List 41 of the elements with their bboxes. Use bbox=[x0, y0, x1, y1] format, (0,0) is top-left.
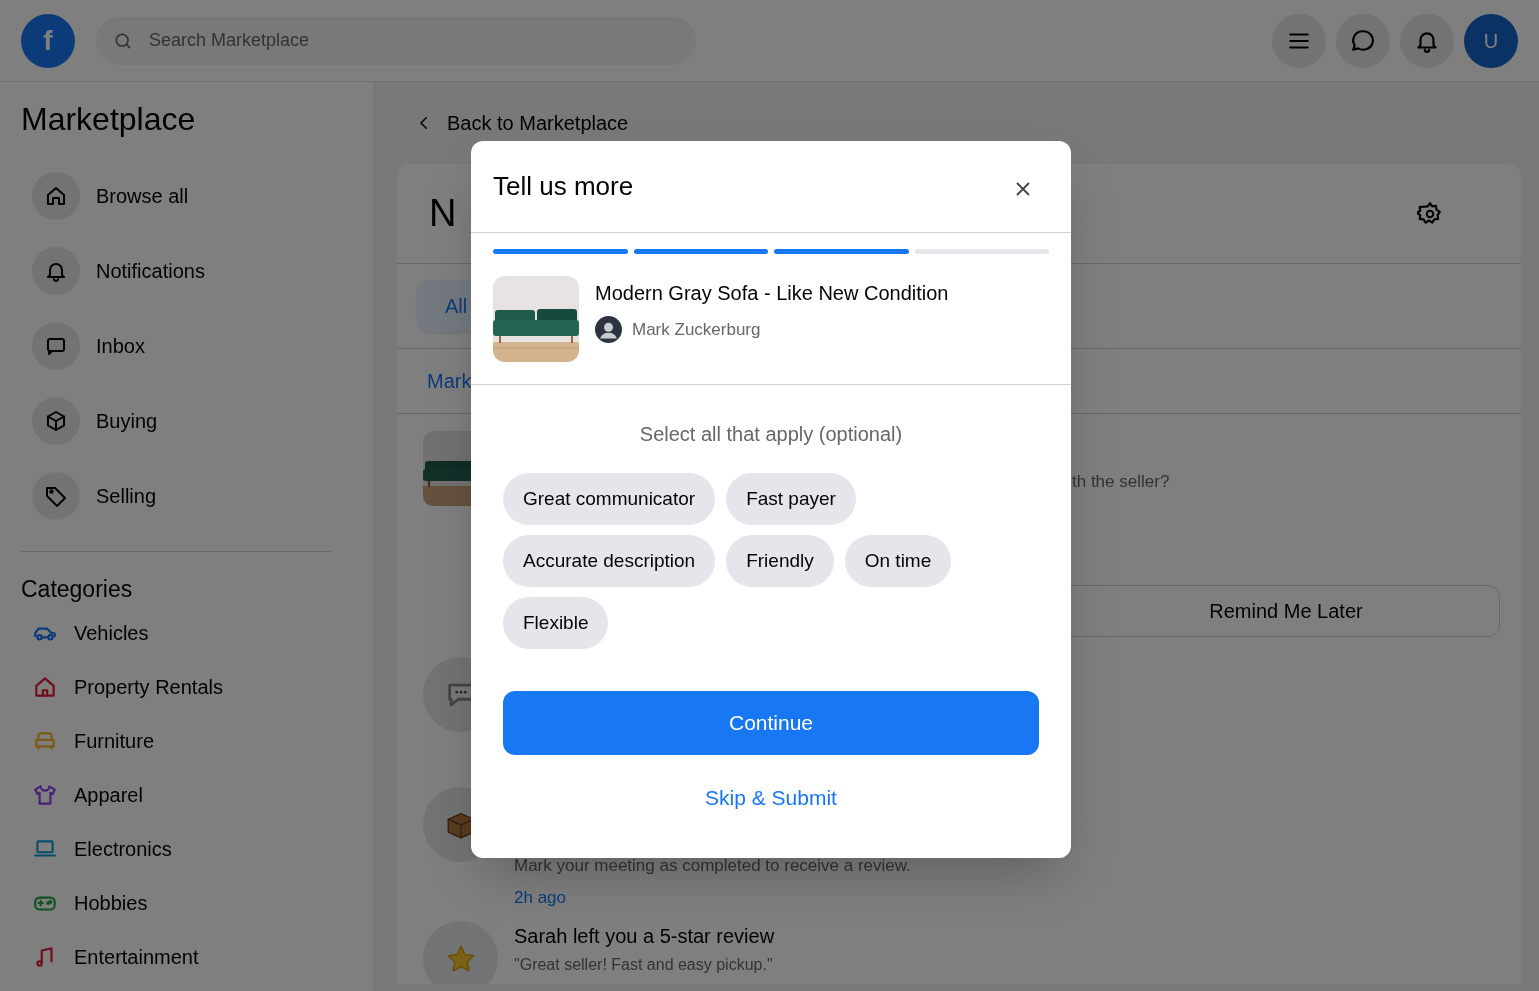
category-item[interactable]: Furniture bbox=[21, 714, 155, 768]
sidebar-item[interactable]: Selling bbox=[21, 458, 157, 533]
tab-label[interactable]: Mark bbox=[427, 366, 472, 396]
category-item[interactable]: Electronics bbox=[21, 822, 172, 876]
notification-text: th the seller? bbox=[1072, 471, 1171, 493]
review-quote: "Great seller! Fast and easy pickup." bbox=[514, 955, 774, 975]
option-chip[interactable]: Accurate description bbox=[503, 535, 716, 587]
option-chip[interactable]: On time bbox=[844, 535, 952, 587]
settings-icon bbox=[1417, 200, 1443, 227]
category-item[interactable]: Property Rentals bbox=[21, 660, 223, 714]
category-item[interactable]: Apparel bbox=[21, 768, 143, 822]
instruction-text: Select all that apply (optional) bbox=[639, 422, 903, 447]
profile-avatar[interactable]: U bbox=[1464, 13, 1518, 68]
sidebar-item[interactable]: Browse all bbox=[21, 158, 189, 233]
back-link[interactable]: Back to Marketplace bbox=[397, 82, 629, 164]
section-heading: Categories bbox=[21, 575, 134, 604]
seller-avatar bbox=[595, 316, 622, 343]
dialog-title: Tell us more bbox=[493, 170, 634, 203]
option-chip[interactable]: Friendly bbox=[726, 535, 834, 587]
logo[interactable]: f bbox=[21, 13, 75, 68]
category-item[interactable]: Vehicles bbox=[21, 606, 149, 660]
page-heading: N bbox=[429, 191, 457, 236]
category-item[interactable]: Entertainment bbox=[21, 930, 199, 984]
option-chip[interactable]: Great communicator bbox=[503, 473, 716, 525]
category-item[interactable]: Hobbies bbox=[21, 876, 148, 930]
sidebar-item[interactable]: Notifications bbox=[21, 233, 205, 308]
timestamp: 2h ago bbox=[514, 886, 567, 909]
sidebar-title: Marketplace bbox=[21, 100, 197, 138]
option-chip[interactable]: Fast payer bbox=[726, 473, 856, 525]
item-title: Modern Gray Sofa - Like New Condition bbox=[595, 281, 949, 306]
seller-name: Mark Zuckerburg bbox=[632, 318, 761, 341]
search-field[interactable]: Search Marketplace bbox=[96, 16, 696, 65]
sidebar-item[interactable]: Inbox bbox=[21, 308, 145, 383]
continue-button[interactable]: Continue bbox=[503, 691, 1039, 755]
option-chip[interactable]: Flexible bbox=[503, 597, 609, 649]
sidebar-item[interactable]: Buying bbox=[21, 383, 158, 458]
notification-title: Sarah left you a 5-star review bbox=[514, 924, 775, 949]
box-icon bbox=[44, 408, 68, 433]
notification-text: Mark your meeting as completed to receive a review. bbox=[514, 855, 911, 877]
chat-bubble-icon bbox=[1350, 27, 1376, 54]
skip-link[interactable]: Skip & Submit bbox=[705, 782, 837, 814]
